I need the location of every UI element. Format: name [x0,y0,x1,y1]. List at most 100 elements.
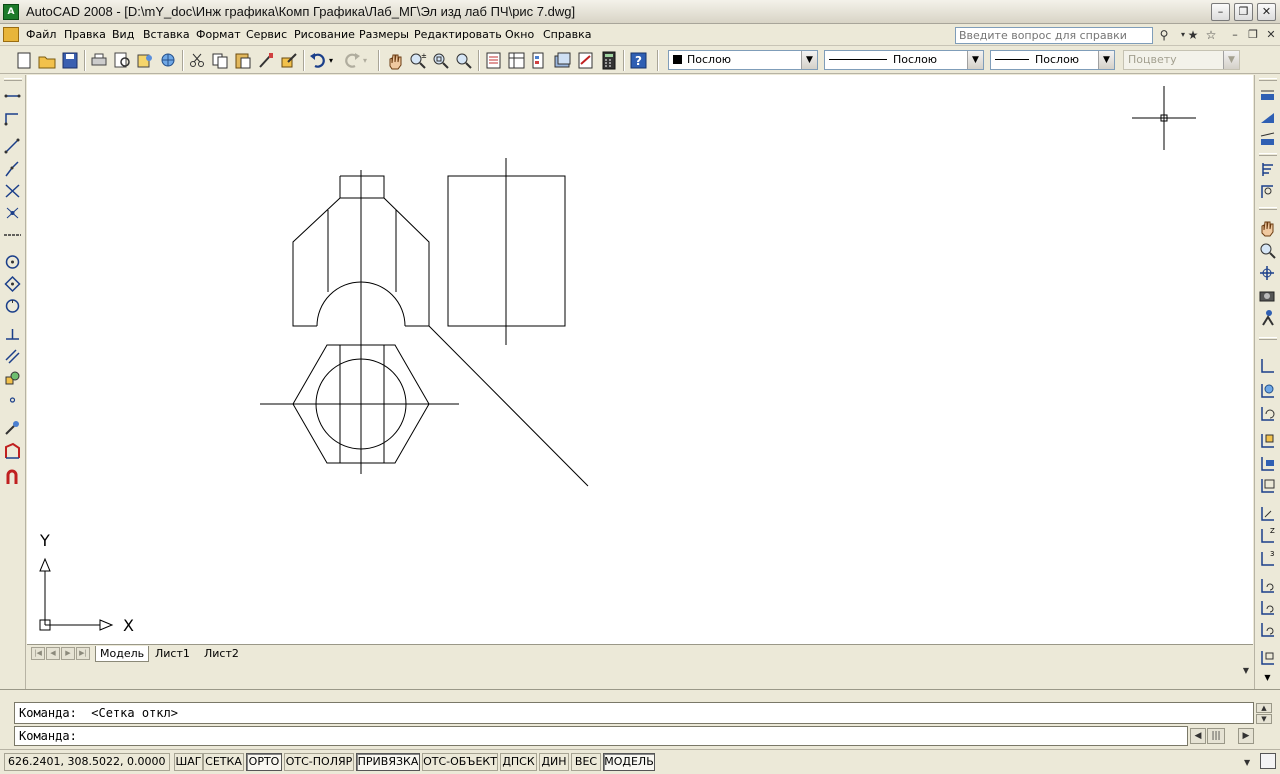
tab-model[interactable]: Модель [95,646,150,662]
ucs-object-icon[interactable] [1257,453,1278,473]
camera-icon[interactable] [1257,285,1278,305]
object-tracking-toggle[interactable]: ОТС-ОБЪЕКТ [422,753,498,771]
drawing-canvas[interactable]: Y X [27,75,1253,644]
ucs-apply-icon[interactable] [1257,647,1278,667]
restore-button[interactable]: ❐ [1234,3,1253,21]
lineweight-toggle[interactable]: ВЕС [571,753,601,771]
grid-toggle[interactable]: СЕТКА [203,753,244,771]
lineweight-control-select[interactable]: Послою ▼ [990,50,1115,70]
revision-cloud-icon[interactable] [2,274,23,294]
dimension-aligned-icon[interactable] [1257,108,1278,128]
match-properties-icon[interactable] [255,50,277,71]
ucs-icon[interactable] [1257,355,1278,375]
scroll-down-icon[interactable]: ▼ [1257,671,1278,685]
ellipse-arc-icon[interactable] [2,346,23,366]
region-tool-icon[interactable] [2,441,23,461]
ucs-face-icon[interactable] [1257,430,1278,450]
chevron-down-icon[interactable]: ▼ [1098,51,1114,69]
close-button[interactable]: ✕ [1257,3,1276,21]
command-input[interactable]: Команда: [14,726,1188,746]
quickcalc-icon[interactable] [598,50,620,71]
redo-icon[interactable] [341,50,363,71]
dimension-ordinate-icon[interactable] [1257,159,1278,179]
linetype-control-select[interactable]: Послою ▼ [824,50,984,70]
horizontal-scroll-area[interactable]: ▼ [27,662,1253,686]
menu-tools[interactable]: Сервис [246,28,287,41]
markup-set-manager-icon[interactable] [575,50,597,71]
undo-dropdown-icon[interactable]: ▾ [329,50,339,71]
menu-window[interactable]: Окно [505,28,534,41]
communication-center-icon[interactable]: ★ [1184,27,1202,44]
zoom-window-icon[interactable] [430,50,452,71]
3d-dwf-icon[interactable] [157,50,179,71]
arc-tool-icon[interactable] [2,203,23,223]
doc-close-button[interactable]: ✕ [1262,27,1280,44]
block-editor-icon[interactable] [278,50,300,71]
scroll-left-icon[interactable]: ◀ [1190,728,1206,744]
hatch-tool-icon[interactable] [2,418,23,438]
document-icon[interactable] [3,27,19,42]
ucs-z-axis-icon[interactable]: Z [1257,525,1278,545]
clean-screen-icon[interactable] [1260,753,1276,769]
coordinates-readout[interactable]: 626.2401, 308.5022, 0.0000 [4,753,170,771]
help-icon[interactable]: ? [628,50,650,71]
pan-realtime-icon[interactable] [384,50,406,71]
osnap-toggle[interactable]: ПРИВЯЗКА [356,753,420,771]
tab-layout2[interactable]: Лист2 [200,646,243,662]
menu-insert[interactable]: Вставка [143,28,190,41]
sheet-set-manager-icon[interactable] [552,50,574,71]
menu-dimensions[interactable]: Размеры [359,28,409,41]
menu-edit[interactable]: Правка [64,28,106,41]
zoom-previous-icon[interactable] [453,50,475,71]
scroll-thumb[interactable]: ||| [1207,728,1225,744]
construction-line-icon[interactable] [2,108,23,128]
polar-tracking-toggle[interactable]: ОТС-ПОЛЯР [284,753,354,771]
menu-modify[interactable]: Редактировать [414,28,502,41]
cut-icon[interactable] [186,50,208,71]
design-center-icon[interactable] [506,50,528,71]
ucs-view-icon[interactable] [1257,475,1278,495]
tab-layout1[interactable]: Лист1 [151,646,194,662]
publish-icon[interactable] [134,50,156,71]
ucs-origin-icon[interactable] [1257,503,1278,523]
favorites-star-icon[interactable]: ☆ [1202,27,1220,44]
chevron-down-icon[interactable]: ▼ [967,51,983,69]
ucs-x-rotate-icon[interactable] [1257,575,1278,595]
menu-view[interactable]: Вид [112,28,134,41]
dimension-arc-icon[interactable] [1257,130,1278,150]
minimize-button[interactable]: – [1211,3,1230,21]
menu-file[interactable]: Файл [26,28,56,41]
insert-block-icon[interactable] [2,368,23,388]
doc-restore-button[interactable]: ❐ [1244,27,1262,44]
ellipse-tool-icon[interactable] [2,324,23,344]
scroll-down-icon[interactable]: ▼ [1243,666,1249,675]
doc-minimize-button[interactable]: – [1226,27,1244,44]
rectangle-tool-icon[interactable] [2,181,23,201]
dimension-linear-icon[interactable] [1257,86,1278,106]
polyline-tool-icon[interactable] [2,136,23,156]
ucs-z-rotate-icon[interactable] [1257,619,1278,639]
copy-icon[interactable] [209,50,231,71]
walk-icon[interactable] [1257,308,1278,328]
ucs-world-icon[interactable] [1257,380,1278,400]
new-file-icon[interactable] [13,50,35,71]
dynamic-input-toggle[interactable]: ДИН [539,753,569,771]
zoom-tool-icon[interactable] [1257,240,1278,260]
help-search-input[interactable] [955,27,1153,44]
last-tab-icon[interactable]: ▶| [76,647,90,660]
status-menu-icon[interactable]: ▼ [1244,758,1250,767]
3d-orbit-icon[interactable] [1257,263,1278,283]
color-control-select[interactable]: Послою ▼ [668,50,818,70]
search-icon[interactable]: ⚲ [1155,27,1173,44]
previous-tab-icon[interactable]: ◀ [46,647,60,660]
circle-tool-icon[interactable] [2,252,23,272]
next-tab-icon[interactable]: ▶ [61,647,75,660]
spline-tool-icon[interactable] [2,296,23,316]
pan-tool-icon[interactable] [1257,217,1278,237]
snap-toggle[interactable]: ШАГ [174,753,203,771]
plot-preview-icon[interactable] [111,50,133,71]
plot-icon[interactable] [88,50,110,71]
dimension-radius-icon[interactable] [1257,181,1278,201]
ray-tool-icon[interactable] [2,225,23,245]
ucs-3point-icon[interactable]: 3 [1257,548,1278,568]
